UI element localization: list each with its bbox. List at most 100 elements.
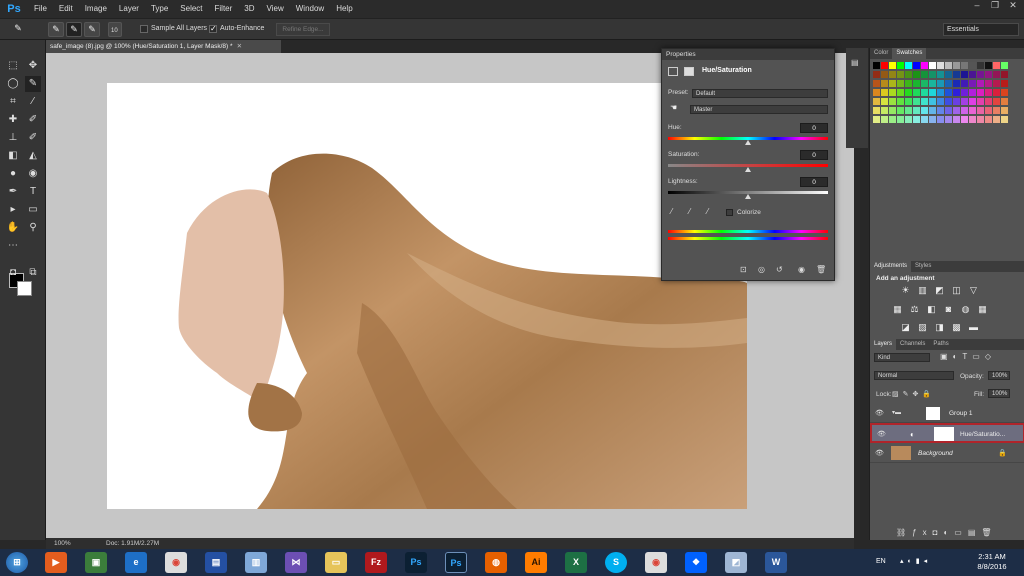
color-swatch[interactable] [881, 89, 888, 96]
color-swatch[interactable] [961, 107, 968, 114]
color-swatch[interactable] [929, 107, 936, 114]
vibrance-icon[interactable]: ▽ [969, 286, 978, 295]
color-swatch[interactable] [993, 107, 1000, 114]
book-icon[interactable]: ▤ [205, 552, 227, 573]
color-swatch[interactable] [945, 107, 952, 114]
color-swatch[interactable] [961, 89, 968, 96]
marquee-tool-icon[interactable]: ⬚ [5, 58, 21, 74]
color-swatch[interactable] [993, 98, 1000, 105]
tab-color[interactable]: Color [870, 48, 892, 59]
saturation-slider-thumb[interactable] [745, 167, 751, 172]
blur-tool-icon[interactable]: ● [5, 166, 21, 182]
clone-stamp-tool-icon[interactable]: ⊥ [5, 130, 21, 146]
lightness-input[interactable]: 0 [800, 177, 828, 187]
color-swatch[interactable] [993, 89, 1000, 96]
color-swatch[interactable] [873, 107, 880, 114]
color-swatch[interactable] [921, 80, 928, 87]
color-swatch[interactable] [937, 107, 944, 114]
color-swatch[interactable] [937, 62, 944, 69]
exposure-icon[interactable]: ◫ [952, 286, 961, 295]
dropbox-icon[interactable]: ❖ [685, 552, 707, 573]
eyedropper-icon[interactable]: ⁄ [671, 207, 672, 216]
color-swatch[interactable] [905, 62, 912, 69]
eye-icon[interactable]: 👁 [875, 449, 884, 457]
menu-file[interactable]: File [28, 0, 53, 18]
reset-icon[interactable]: ↺ [776, 265, 783, 274]
color-swatch[interactable] [937, 116, 944, 123]
color-swatch[interactable] [889, 62, 896, 69]
rectangle-tool-icon[interactable]: ▭ [25, 202, 41, 218]
color-swatch[interactable] [993, 80, 1000, 87]
color-swatch[interactable] [953, 89, 960, 96]
selective-color-icon[interactable]: ▩ [952, 323, 961, 332]
color-swatch[interactable] [913, 89, 920, 96]
color-swatch[interactable] [905, 71, 912, 78]
gradient-map-icon[interactable]: ▬ [969, 323, 978, 332]
eyedropper-plus-icon[interactable]: ⁄ [689, 207, 690, 216]
menu-filter[interactable]: Filter [209, 0, 239, 18]
mask-icon[interactable] [684, 67, 694, 76]
color-swatch[interactable] [873, 71, 880, 78]
quick-selection-tool-icon[interactable]: ✎ [25, 76, 41, 92]
color-swatch[interactable] [945, 116, 952, 123]
menu-window[interactable]: Window [290, 0, 330, 18]
zoom-level[interactable]: 100% [54, 540, 71, 547]
eye-icon[interactable]: 👁 [875, 409, 884, 417]
hue-saturation-icon[interactable]: ▦ [893, 305, 902, 314]
healing-tool-icon[interactable]: ✚ [5, 112, 21, 128]
color-swatch[interactable] [937, 98, 944, 105]
zoom-tool-icon[interactable]: ⚲ [25, 220, 41, 236]
color-swatch[interactable] [961, 98, 968, 105]
type-tool-icon[interactable]: T [25, 184, 41, 200]
color-swatch[interactable] [969, 62, 976, 69]
color-swatch[interactable] [897, 80, 904, 87]
color-swatch[interactable] [905, 116, 912, 123]
color-swatch[interactable] [889, 80, 896, 87]
notepad-icon[interactable]: ▥ [245, 552, 267, 573]
move-tool-icon[interactable]: ✥ [25, 58, 41, 74]
color-swatch[interactable] [873, 62, 880, 69]
color-swatch[interactable] [993, 71, 1000, 78]
tray-icons[interactable]: ▴◐▮◂ [900, 557, 931, 565]
color-swatch[interactable] [937, 71, 944, 78]
workspace-select[interactable]: Essentials [943, 23, 1019, 36]
color-swatch[interactable] [937, 89, 944, 96]
color-swatch[interactable] [921, 71, 928, 78]
illustrator-icon[interactable]: Ai [525, 552, 547, 573]
color-swatch[interactable] [969, 80, 976, 87]
color-swatch[interactable] [945, 71, 952, 78]
more-tools-icon[interactable]: ⋯ [5, 238, 21, 254]
color-swatch[interactable] [977, 116, 984, 123]
color-swatch[interactable] [977, 71, 984, 78]
quick-selection-tool-icon[interactable]: ✎ [10, 22, 26, 37]
sample-all-layers-checkbox[interactable] [140, 25, 148, 33]
color-swatch[interactable] [953, 116, 960, 123]
color-swatch[interactable] [977, 107, 984, 114]
color-swatch[interactable] [881, 116, 888, 123]
skype-icon[interactable]: S [605, 552, 627, 573]
color-swatch[interactable] [913, 62, 920, 69]
color-swatch[interactable] [897, 71, 904, 78]
color-swatch[interactable] [993, 116, 1000, 123]
color-swatch[interactable] [905, 89, 912, 96]
color-swatch[interactable] [961, 71, 968, 78]
tab-swatches[interactable]: Swatches [892, 48, 927, 59]
start-button-icon[interactable]: ⊞ [6, 552, 28, 573]
color-swatch[interactable] [953, 80, 960, 87]
brightness-icon[interactable]: ☀ [901, 286, 910, 295]
color-swatch[interactable] [873, 80, 880, 87]
color-swatch[interactable] [969, 116, 976, 123]
app-icon[interactable]: ▣ [85, 552, 107, 573]
add-to-selection-icon[interactable]: ✎ [66, 22, 82, 37]
color-swatch[interactable] [985, 116, 992, 123]
adjustment-icon[interactable] [668, 67, 678, 76]
color-swatch[interactable] [1001, 89, 1008, 96]
color-swatch[interactable] [889, 89, 896, 96]
menu-edit[interactable]: Edit [53, 0, 79, 18]
color-swatch[interactable] [913, 116, 920, 123]
tab-paths[interactable]: Paths [929, 339, 952, 350]
menu-3d[interactable]: 3D [238, 0, 260, 18]
background-color-swatch[interactable] [17, 281, 32, 296]
color-swatch[interactable] [1001, 107, 1008, 114]
tab-layers[interactable]: Layers [870, 339, 897, 350]
